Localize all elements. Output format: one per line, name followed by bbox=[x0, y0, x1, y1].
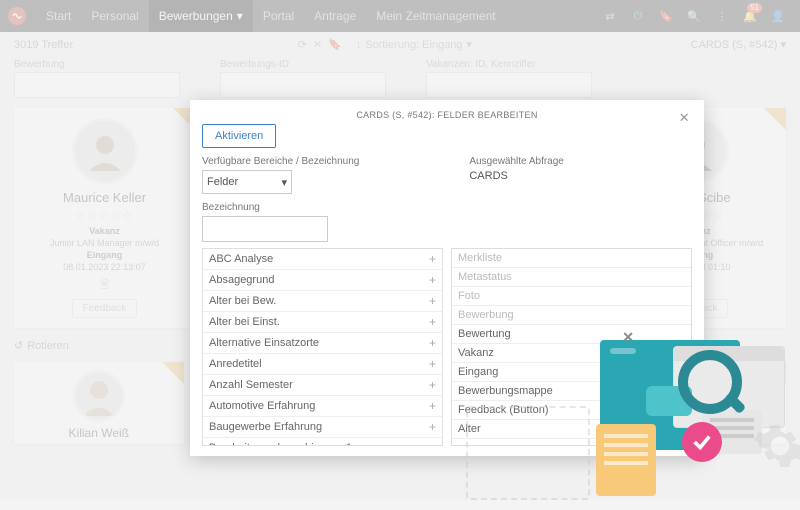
list-item[interactable]: Alter bbox=[452, 420, 691, 439]
add-icon[interactable]: + bbox=[429, 252, 436, 266]
list-item[interactable]: Bearbeitungsdauer bis zum 1.+ bbox=[203, 438, 442, 446]
add-icon[interactable]: + bbox=[429, 273, 436, 287]
list-item[interactable]: Eingang bbox=[452, 363, 691, 382]
available-fields-label: Verfügbare Bereiche / Bezeichnung bbox=[202, 156, 359, 167]
list-item[interactable]: Foto bbox=[452, 287, 691, 306]
list-item[interactable]: Anredetitel+ bbox=[203, 354, 442, 375]
add-icon[interactable]: + bbox=[429, 336, 436, 350]
bezeichnung-label: Bezeichnung bbox=[202, 202, 692, 213]
list-item[interactable]: Vakanz bbox=[452, 344, 691, 363]
selected-fields-list[interactable]: MerklisteMetastatusFotoBewerbungBewertun… bbox=[451, 248, 692, 446]
list-item[interactable]: Metastatus bbox=[452, 268, 691, 287]
list-item[interactable]: Alter bei Bew.+ bbox=[203, 291, 442, 312]
close-icon[interactable]: ✕ bbox=[675, 108, 694, 128]
list-item[interactable]: ABC Analyse+ bbox=[203, 249, 442, 270]
list-item[interactable]: Bewerbungsmappe bbox=[452, 382, 691, 401]
list-item[interactable]: Automotive Erfahrung+ bbox=[203, 396, 442, 417]
add-icon[interactable]: + bbox=[429, 378, 436, 392]
add-icon[interactable]: + bbox=[429, 441, 436, 446]
add-icon[interactable]: + bbox=[429, 357, 436, 371]
list-item[interactable]: Absagegrund+ bbox=[203, 270, 442, 291]
add-icon[interactable]: + bbox=[429, 294, 436, 308]
list-item[interactable]: Merkliste bbox=[452, 249, 691, 268]
selected-query-label: Ausgewählte Abfrage bbox=[469, 156, 564, 167]
add-icon[interactable]: + bbox=[429, 420, 436, 434]
list-item[interactable]: Anzahl Semester+ bbox=[203, 375, 442, 396]
list-item[interactable]: Alter bei Einst.+ bbox=[203, 312, 442, 333]
bezeichnung-input[interactable] bbox=[202, 216, 328, 242]
list-item[interactable]: Bewerbung bbox=[452, 306, 691, 325]
available-fields-list[interactable]: ABC Analyse+Absagegrund+Alter bei Bew.+A… bbox=[202, 248, 443, 446]
list-item[interactable]: Bewertung bbox=[452, 325, 691, 344]
chevron-down-icon: ▾ bbox=[281, 176, 287, 189]
add-icon[interactable]: + bbox=[429, 399, 436, 413]
list-item[interactable]: Alternative Einsatzorte+ bbox=[203, 333, 442, 354]
add-icon[interactable]: + bbox=[429, 315, 436, 329]
modal-title: CARDS (S, #542): FELDER BEARBEITEN ✕ bbox=[202, 110, 692, 120]
list-item[interactable]: Baugewerbe Erfahrung+ bbox=[203, 417, 442, 438]
edit-fields-modal: CARDS (S, #542): FELDER BEARBEITEN ✕ Akt… bbox=[190, 100, 704, 456]
selected-query-value: CARDS bbox=[469, 170, 564, 182]
activate-button[interactable]: Aktivieren bbox=[202, 124, 276, 148]
list-item[interactable]: Feedback (Button) bbox=[452, 401, 691, 420]
fields-select[interactable]: Felder▾ bbox=[202, 170, 292, 194]
